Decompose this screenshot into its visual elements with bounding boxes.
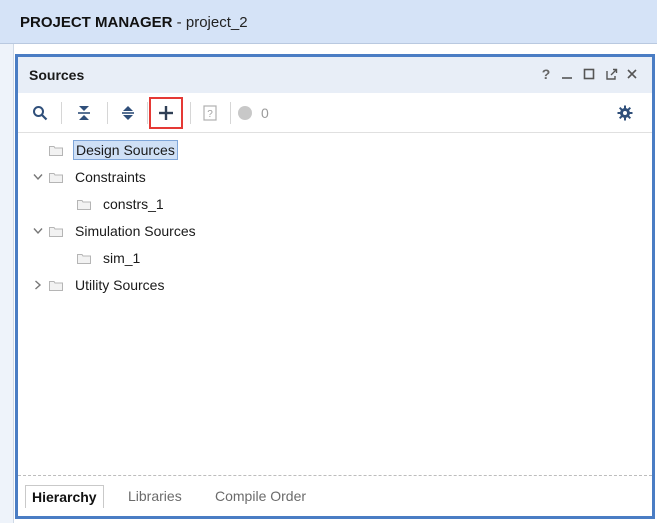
tab-hierarchy[interactable]: Hierarchy <box>25 485 104 508</box>
tree-item-design-sources[interactable]: Design Sources <box>31 138 178 162</box>
project-manager-title: PROJECT MANAGER - project_2 <box>20 14 248 31</box>
collapse-all-icon[interactable] <box>69 98 99 128</box>
toolbar-separator <box>147 102 148 124</box>
chevron-down-icon[interactable] <box>31 224 45 238</box>
folder-icon <box>49 170 65 184</box>
float-icon[interactable] <box>602 65 620 83</box>
toolbar-separator <box>107 102 108 124</box>
folder-icon <box>49 278 65 292</box>
panel-title: Sources <box>29 67 85 83</box>
close-icon[interactable] <box>623 65 641 83</box>
svg-text:?: ? <box>207 109 213 120</box>
search-icon[interactable] <box>25 98 55 128</box>
sources-toolbar: ? 0 <box>18 93 652 133</box>
folder-icon <box>49 224 65 238</box>
tab-compile-order[interactable]: Compile Order <box>209 485 312 507</box>
messages-status[interactable]: 0 <box>237 98 293 128</box>
tree-item-constraints[interactable]: Constraints <box>31 165 148 189</box>
header-title-main: PROJECT MANAGER <box>20 14 173 31</box>
help-icon[interactable]: ? <box>537 65 555 83</box>
chevron-right-icon[interactable] <box>31 278 45 292</box>
source-properties-icon[interactable]: ? <box>195 98 225 128</box>
project-manager-header: PROJECT MANAGER - project_2 <box>0 0 657 44</box>
status-circle-icon <box>238 106 252 120</box>
header-project-name: project_2 <box>185 14 248 31</box>
sources-panel: Sources ? ? 0 Design Sources Constraints… <box>15 54 655 519</box>
folder-icon <box>77 197 93 211</box>
header-title-separator: - <box>172 14 186 31</box>
tree-item-label: Utility Sources <box>75 277 165 293</box>
folder-icon <box>49 143 65 157</box>
folder-icon <box>77 251 93 265</box>
tree-item-sim-1[interactable]: sim_1 <box>59 246 142 270</box>
maximize-icon[interactable] <box>580 65 598 83</box>
toolbar-separator <box>230 102 231 124</box>
add-sources-icon[interactable] <box>151 98 181 128</box>
tree-item-constrs-1[interactable]: constrs_1 <box>59 192 166 216</box>
toolbar-separator <box>61 102 62 124</box>
message-count: 0 <box>261 105 269 121</box>
left-side-strip <box>0 44 14 523</box>
panel-title-bar: Sources ? <box>18 57 652 93</box>
tree-item-label: sim_1 <box>103 250 141 266</box>
toolbar-separator <box>190 102 191 124</box>
tree-item-utility-sources[interactable]: Utility Sources <box>31 273 166 297</box>
tree-item-label: Simulation Sources <box>75 223 196 239</box>
expand-all-icon[interactable] <box>113 98 143 128</box>
bottom-tab-bar: Hierarchy Libraries Compile Order <box>18 475 652 516</box>
chevron-down-icon[interactable] <box>31 170 45 184</box>
tree-item-simulation-sources[interactable]: Simulation Sources <box>31 219 198 243</box>
gear-icon[interactable] <box>610 98 640 128</box>
tree-item-label: Constraints <box>75 169 146 185</box>
tab-libraries[interactable]: Libraries <box>122 485 188 507</box>
tree-item-label: constrs_1 <box>103 196 164 212</box>
tree-item-label: Design Sources <box>73 140 178 160</box>
sources-tree: Design Sources Constraints constrs_1 Sim… <box>18 133 652 476</box>
minimize-icon[interactable] <box>558 65 576 83</box>
